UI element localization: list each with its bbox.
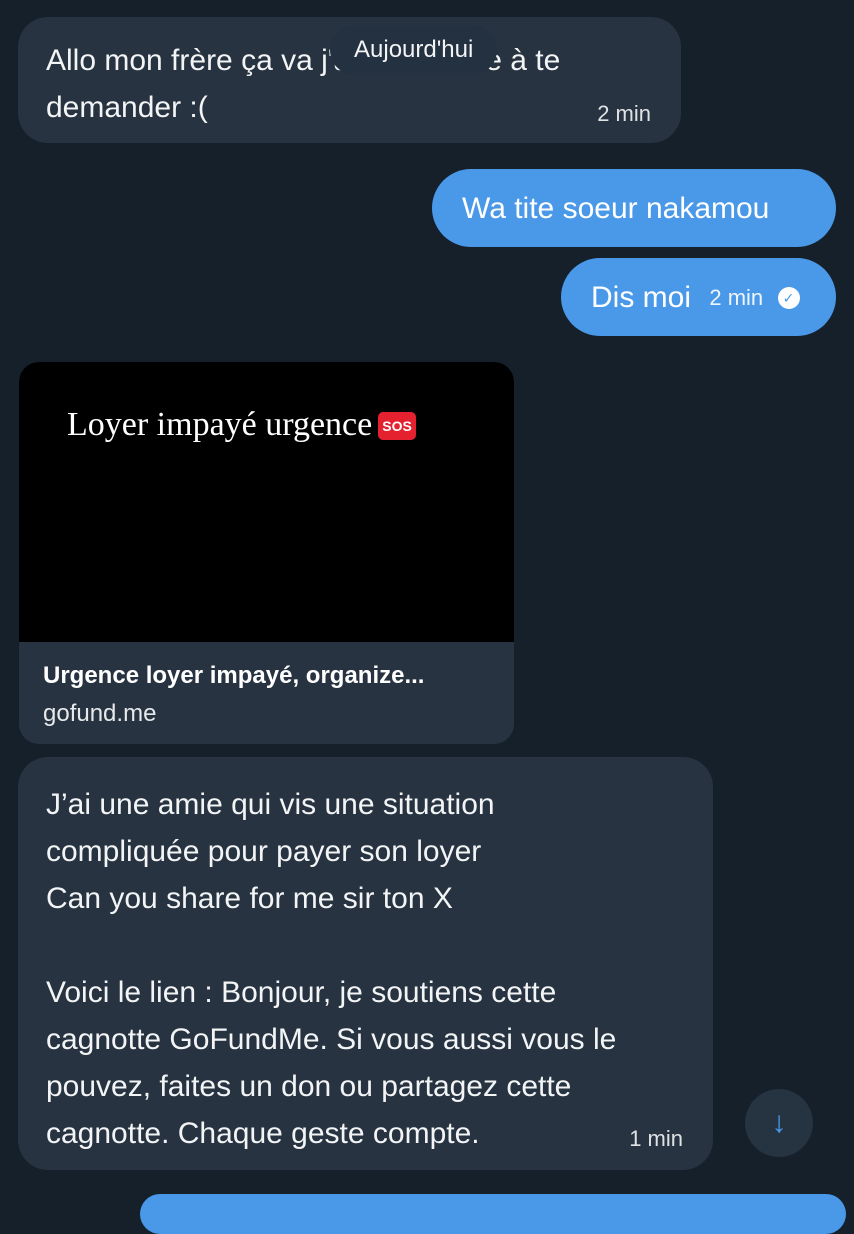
message-bubble-outgoing-partial[interactable] (140, 1194, 846, 1234)
message-bubble-incoming[interactable]: J’ai une amie qui vis une situation comp… (18, 757, 713, 1170)
message-timestamp: 2 min (709, 285, 764, 310)
sos-icon: SOS (378, 412, 416, 440)
message-text-line: compliquée pour payer son loyer (46, 835, 482, 868)
message-text-line: pouvez, faites un don ou partagez cette (46, 1070, 572, 1103)
message-text: Wa tite soeur nakamou (462, 192, 770, 225)
message-bubble-outgoing[interactable]: Dis moi 2 min ✓ (561, 258, 836, 336)
link-preview-domain: gofund.me (43, 700, 157, 727)
message-text: Dis moi (591, 281, 692, 314)
message-text-line: cagnotte GoFundMe. Si vous aussi vous le (46, 1023, 617, 1056)
scroll-to-bottom-button[interactable]: ↓ (745, 1089, 813, 1157)
message-text-line (46, 922, 685, 969)
date-separator: Aujourd'hui (330, 25, 498, 75)
message-timestamp: 1 min (629, 1126, 683, 1151)
link-preview-card[interactable]: Loyer impayé urgence SOS Urgence loyer im… (19, 362, 514, 744)
link-preview-image-caption: Loyer impayé urgence SOS (67, 406, 416, 444)
message-text-line: Voici le lien : Bonjour, je soutiens cet… (46, 976, 557, 1009)
message-text-line: Can you share for me sir ton X (46, 882, 453, 915)
link-preview-image: Loyer impayé urgence SOS (19, 362, 514, 642)
message-timestamp: 2 min (597, 101, 651, 126)
message-bubble-outgoing[interactable]: Wa tite soeur nakamou (432, 169, 836, 247)
check-circle-icon: ✓ (777, 287, 800, 309)
link-preview-title: Urgence loyer impayé, organize... (43, 662, 425, 689)
link-preview-image-text: Loyer impayé urgence (67, 406, 373, 443)
message-text-line: J’ai une amie qui vis une situation (46, 788, 495, 821)
arrow-down-icon: ↓ (771, 1106, 787, 1139)
message-text-line: cagnotte. Chaque geste compte. (46, 1117, 480, 1150)
